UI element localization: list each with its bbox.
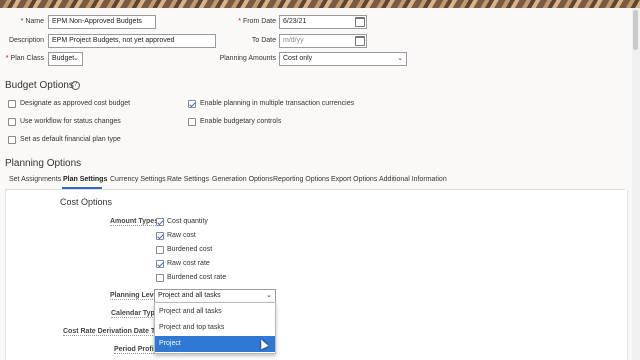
tab-plan-settings[interactable]: Plan Settings <box>63 176 107 183</box>
raw-cost-rate-checkbox[interactable] <box>156 260 164 268</box>
description-label: Description <box>8 37 44 44</box>
tab-set-assignments[interactable]: Set Assignments <box>9 176 61 183</box>
default-plan-type-checkbox[interactable] <box>8 136 16 144</box>
checkbox-label: Raw cost <box>167 232 196 239</box>
planning-amounts-select[interactable]: Cost only ⌄ <box>279 52 407 66</box>
tab-generation-options[interactable]: Generation Options <box>212 176 273 183</box>
planning-level-select[interactable]: Project and all tasks ⌄ <box>154 289 276 303</box>
checkbox-label: Burdened cost rate <box>167 274 227 281</box>
cost-rate-derivation-label: Cost Rate Derivation Date Type <box>63 328 167 336</box>
planning-level-label: Planning Level <box>110 292 160 300</box>
to-date-input[interactable]: m/d/yy <box>279 34 367 48</box>
multi-currency-checkbox[interactable] <box>188 100 196 108</box>
chevron-down-icon: ⌄ <box>73 55 79 62</box>
plan-class-select[interactable]: Budget ⌄ <box>48 52 83 66</box>
planning-options-title: Planning Options <box>5 158 82 169</box>
dropdown-option[interactable]: Project and top tasks <box>155 320 275 336</box>
burdened-cost-checkbox[interactable] <box>156 246 164 254</box>
description-input[interactable]: EPM Project Budgets, not yet approved <box>48 34 216 48</box>
chevron-down-icon: ⌄ <box>266 292 272 299</box>
budgetary-controls-checkbox[interactable] <box>188 118 196 126</box>
active-tab-indicator <box>62 187 102 189</box>
checkbox-label: Burdened cost <box>167 246 213 253</box>
burdened-cost-rate-checkbox[interactable] <box>156 274 164 282</box>
help-icon[interactable]: ? <box>71 81 80 90</box>
checkbox-label: Designate as approved cost budget <box>20 100 131 107</box>
checkbox-label: Raw cost rate <box>167 260 210 267</box>
period-profile-label: Period Profile <box>114 346 160 354</box>
tab-additional-information[interactable]: Additional Information <box>379 176 447 183</box>
calendar-icon[interactable] <box>355 36 365 46</box>
calendar-type-label: Calendar Type <box>111 310 159 318</box>
tab-rate-settings[interactable]: Rate Settings <box>167 176 209 183</box>
from-date-input[interactable]: 6/23/21 <box>279 15 367 29</box>
approved-cost-budget-checkbox[interactable] <box>8 100 16 108</box>
checkbox-label: Enable budgetary controls <box>200 118 282 125</box>
checkbox-label: Set as default financial plan type <box>20 136 121 143</box>
scrollbar-thumb[interactable] <box>633 10 638 50</box>
chevron-down-icon: ⌄ <box>397 55 403 62</box>
tab-reporting-options[interactable]: Reporting Options <box>273 176 329 183</box>
checkbox-label: Enable planning in multiple transaction … <box>200 100 355 107</box>
budget-options-title: Budget Options <box>5 80 74 91</box>
planning-amounts-label: Planning Amounts <box>219 55 276 62</box>
calendar-icon[interactable] <box>355 17 365 27</box>
tab-export-options[interactable]: Export Options <box>331 176 377 183</box>
tab-currency-settings[interactable]: Currency Settings <box>110 176 166 183</box>
dropdown-option-selected[interactable]: Project <box>155 336 275 352</box>
checkbox-label: Cost quantity <box>167 218 208 225</box>
checkbox-label: Use workflow for status changes <box>20 118 121 125</box>
cost-options-title: Cost Options <box>60 197 113 207</box>
header-banner <box>0 0 640 8</box>
name-input[interactable]: EPM Non-Approved Budgets <box>48 15 156 29</box>
name-label: * Name <box>20 18 44 25</box>
planning-level-dropdown: Project and all tasks Project and top ta… <box>154 302 276 354</box>
vertical-scrollbar[interactable] <box>632 8 640 360</box>
plan-class-label: * Plan Class <box>5 55 44 62</box>
to-date-label: To Date <box>251 37 276 44</box>
dropdown-option[interactable]: Project and all tasks <box>155 304 275 320</box>
from-date-label: * From Date <box>238 18 276 25</box>
cost-quantity-checkbox[interactable] <box>156 218 164 226</box>
workflow-checkbox[interactable] <box>8 118 16 126</box>
raw-cost-checkbox[interactable] <box>156 232 164 240</box>
amount-types-label: Amount Types <box>110 218 159 226</box>
